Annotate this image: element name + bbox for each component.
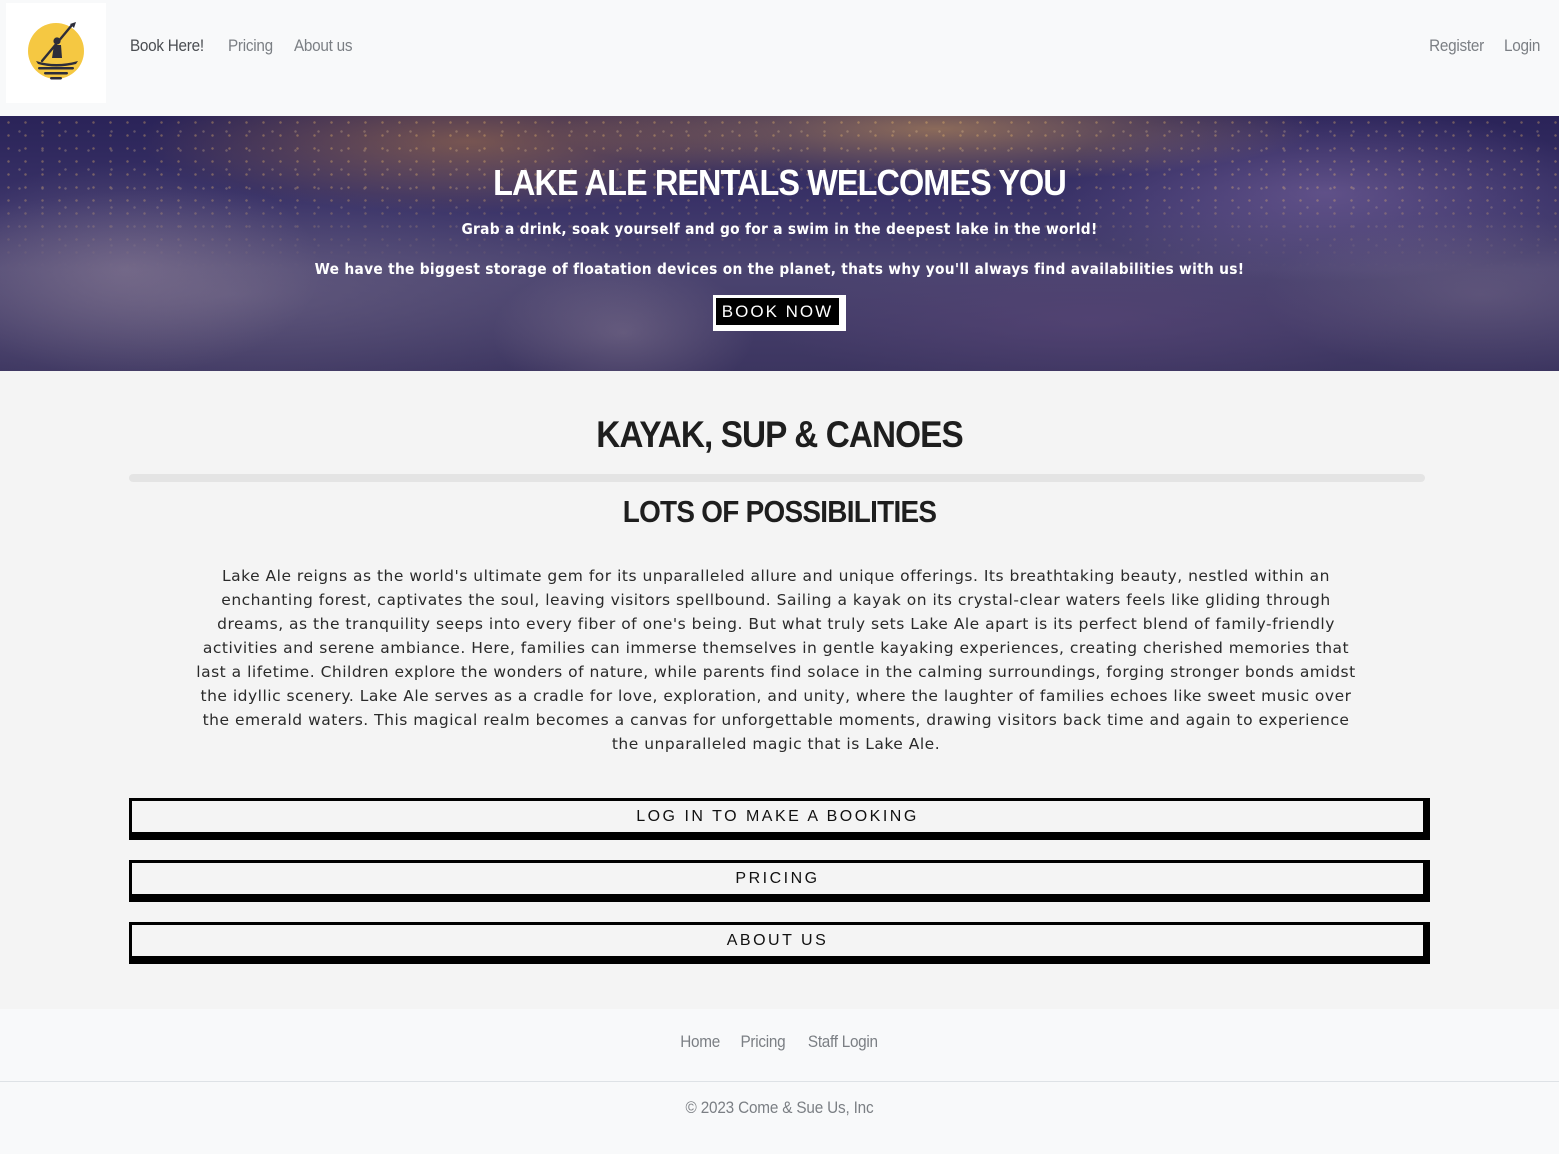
login-to-book-button[interactable]: LOG IN TO MAKE A BOOKING [129,798,1430,840]
footer-divider [0,1081,1559,1082]
pricing-button[interactable]: PRICING [129,860,1430,902]
pricing-button-label: PRICING [132,863,1423,894]
primary-nav: Book Here! Pricing About us [130,36,375,56]
nav-about-us[interactable]: About us [294,36,353,56]
nav-login[interactable]: Login [1504,36,1540,56]
about-us-button[interactable]: ABOUT US [129,922,1430,964]
hero-tagline: We have the biggest storage of floatatio… [314,260,1245,278]
account-nav: Register Login [1407,36,1540,56]
nav-register[interactable]: Register [1429,36,1484,56]
hero-title: LAKE ALE RENTALS WELCOMES YOU [493,162,1067,203]
copyright-text: © 2023 Come & Sue Us, Inc [685,1098,874,1117]
nav-book-here[interactable]: Book Here! [130,36,204,56]
login-to-book-label: LOG IN TO MAKE A BOOKING [132,801,1423,832]
section-subtitle: LOTS OF POSSIBILITIES [622,494,937,529]
hero-banner: LAKE ALE RENTALS WELCOMES YOU Grab a dri… [0,116,1559,371]
lake-description: Lake Ale reigns as the world's ultimate … [196,567,1356,753]
book-now-button[interactable]: BOOK NOW [713,295,846,331]
footer-nav: Home Pricing Staff Login [0,1032,1559,1052]
brand-logo[interactable] [6,3,106,103]
kayaker-sun-logo-icon [28,22,84,80]
about-us-button-label: ABOUT US [132,925,1423,956]
hero-subtitle: Grab a drink, soak yourself and go for a… [461,220,1098,238]
nav-pricing[interactable]: Pricing [228,36,273,56]
footer-link-staff-login[interactable]: Staff Login [808,1032,878,1052]
footer-link-home[interactable]: Home [680,1032,720,1052]
top-navbar: Book Here! Pricing About us Register Log… [0,0,1559,116]
book-now-label: BOOK NOW [713,295,839,325]
divider [129,474,1425,482]
page-footer: Home Pricing Staff Login © 2023 Come & S… [0,1009,1559,1154]
section-title: KAYAK, SUP & CANOES [596,414,963,455]
footer-link-pricing[interactable]: Pricing [740,1032,785,1052]
